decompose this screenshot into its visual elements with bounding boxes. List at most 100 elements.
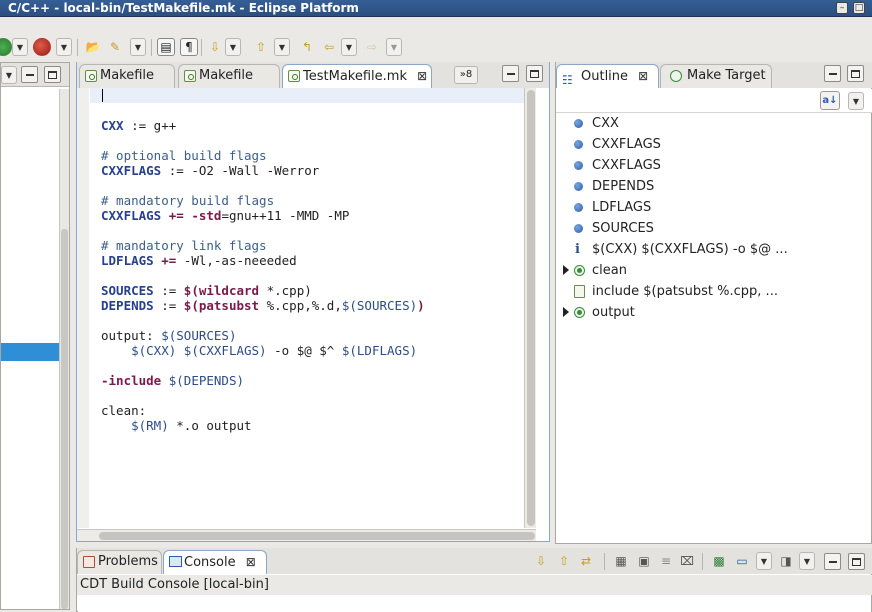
tool-dropdown[interactable]: ▼: [130, 38, 146, 56]
editor-horizontal-scrollbar[interactable]: [77, 529, 536, 541]
minimize-console-button[interactable]: [824, 553, 841, 570]
show-whitespace-icon[interactable]: ¶: [180, 38, 198, 56]
debug-dropdown[interactable]: ▼: [56, 38, 72, 56]
previous-annotation-icon[interactable]: ⇧: [252, 38, 270, 56]
expand-arrow-icon[interactable]: [563, 265, 569, 275]
view-menu-dropdown[interactable]: ▼: [1, 66, 17, 84]
code-line[interactable]: [101, 358, 425, 373]
code-line[interactable]: # mandatory link flags: [101, 238, 425, 253]
previous-match-icon[interactable]: ⇧: [555, 552, 573, 570]
bottom-tab-bar: Problems Console ⊠ ⇩ ⇧ ⇄ ▦ ▣ ≡ ⌧ ▩ ▭ ▼ ◨…: [77, 548, 872, 574]
debug-run-icon[interactable]: [33, 38, 51, 56]
code-line[interactable]: [101, 223, 425, 238]
tab-outline[interactable]: ☷ Outline ⊠: [556, 64, 659, 88]
code-line[interactable]: CXXFLAGS := -O2 -Wall -Werror: [101, 163, 425, 178]
minimize-window-icon[interactable]: –: [836, 2, 848, 14]
previous-annotation-dropdown[interactable]: ▼: [274, 38, 290, 56]
clear-console-icon[interactable]: ⌧: [678, 552, 696, 570]
code-line[interactable]: clean:: [101, 403, 425, 418]
last-edit-location-icon[interactable]: ↰: [298, 38, 316, 56]
code-token: :=: [153, 283, 184, 298]
tab-testmakefile[interactable]: TestMakefile.mk ⊠: [282, 64, 432, 88]
maximize-window-icon[interactable]: □: [853, 2, 865, 14]
selected-tree-row[interactable]: [1, 343, 59, 361]
target-icon: [574, 265, 585, 276]
code-line[interactable]: LDFLAGS += -Wl,-as-neeeded: [101, 253, 425, 268]
code-line[interactable]: # mandatory build flags: [101, 193, 425, 208]
tab-make-target[interactable]: Make Target: [660, 64, 772, 88]
code-line[interactable]: CXXFLAGS += -std=gnu++11 -MMD -MP: [101, 208, 425, 223]
console-view-menu[interactable]: ▼: [799, 552, 815, 570]
maximize-console-button[interactable]: [848, 553, 865, 570]
forward-icon[interactable]: ⇨: [363, 38, 381, 56]
code-line[interactable]: DEPENDS := $(patsubst %.cpp,%.d,$(SOURCE…: [101, 298, 425, 313]
code-line[interactable]: $(RM) *.o output: [101, 418, 425, 433]
explorer-scrollbar[interactable]: [59, 89, 69, 609]
back-icon[interactable]: ⇦: [320, 38, 338, 56]
code-editor[interactable]: CXX := g++ # optional build flags CXXFLAGS…: [101, 88, 425, 433]
code-token: +=: [168, 208, 184, 223]
expand-arrow-icon[interactable]: [563, 307, 569, 317]
tab-label: Problems: [98, 554, 158, 569]
next-annotation-icon[interactable]: ⇩: [206, 38, 224, 56]
code-line[interactable]: CXX := g++: [101, 118, 425, 133]
new-console-icon[interactable]: ◨: [777, 552, 795, 570]
run-icon[interactable]: [0, 38, 12, 56]
maximize-editor-button[interactable]: [526, 65, 543, 82]
tab-problems[interactable]: Problems: [77, 550, 162, 574]
outline-item-label: clean: [592, 263, 627, 278]
code-token: *.cpp): [259, 283, 312, 298]
next-annotation-dropdown[interactable]: ▼: [225, 38, 241, 56]
code-token: CXXFLAGS: [101, 163, 162, 178]
link-icon[interactable]: ⇄: [577, 552, 595, 570]
next-match-icon[interactable]: ⇩: [532, 552, 550, 570]
console-output[interactable]: [78, 596, 871, 612]
sort-alphabetically-icon[interactable]: a↓: [820, 91, 840, 110]
variable-icon: [574, 203, 583, 212]
outline-view-menu[interactable]: ▼: [848, 92, 864, 110]
code-line[interactable]: [101, 313, 425, 328]
code-line[interactable]: output: $(SOURCES): [101, 328, 425, 343]
code-line[interactable]: $(CXX) $(CXXFLAGS) -o $@ $^ $(LDFLAGS): [101, 343, 425, 358]
tab-makefile-2[interactable]: Makefile: [178, 64, 280, 88]
scroll-lock-icon[interactable]: ▦: [612, 552, 630, 570]
display-selected-console-icon[interactable]: ▩: [710, 552, 728, 570]
code-line[interactable]: # optional build flags: [101, 148, 425, 163]
back-dropdown[interactable]: ▼: [341, 38, 357, 56]
pen-icon[interactable]: ✎: [106, 38, 124, 56]
code-line[interactable]: [101, 388, 425, 403]
pin-console-icon[interactable]: ▣: [635, 552, 653, 570]
variable-icon: [574, 119, 583, 128]
close-tab-icon[interactable]: ⊠: [638, 69, 648, 83]
close-tab-icon[interactable]: ⊠: [246, 555, 256, 569]
code-line[interactable]: [101, 103, 425, 118]
tab-console[interactable]: Console ⊠: [163, 550, 267, 574]
code-line[interactable]: -include $(DEPENDS): [101, 373, 425, 388]
editor-vertical-scrollbar[interactable]: [524, 88, 536, 528]
forward-dropdown[interactable]: ▼: [386, 38, 402, 56]
code-line[interactable]: [101, 268, 425, 283]
minimize-editor-button[interactable]: [502, 65, 519, 82]
open-folder-icon[interactable]: 📂: [84, 38, 102, 56]
code-token: $(CXXFLAGS): [183, 343, 267, 358]
code-token: ): [417, 298, 425, 313]
tab-makefile-1[interactable]: Makefile: [79, 64, 175, 88]
code-token: -std: [191, 208, 222, 223]
run-dropdown[interactable]: ▼: [12, 38, 28, 56]
maximize-outline-button[interactable]: [847, 65, 864, 82]
window-title: C/C++ - local-bin/TestMakefile.mk - Ecli…: [8, 1, 359, 15]
maximize-view-button[interactable]: [44, 66, 61, 83]
word-wrap-icon[interactable]: ≡: [657, 552, 675, 570]
open-console-dropdown[interactable]: ▼: [756, 552, 772, 570]
tab-label: TestMakefile.mk: [303, 69, 407, 84]
block-selection-icon[interactable]: ▤: [157, 38, 175, 56]
open-console-icon[interactable]: ▭: [733, 552, 751, 570]
code-line[interactable]: [101, 133, 425, 148]
minimize-view-button[interactable]: [21, 66, 38, 83]
minimize-outline-button[interactable]: [824, 65, 841, 82]
close-tab-icon[interactable]: ⊠: [417, 69, 427, 83]
code-line[interactable]: SOURCES := $(wildcard *.cpp): [101, 283, 425, 298]
more-tabs-button[interactable]: »8: [454, 66, 478, 84]
code-line[interactable]: [101, 178, 425, 193]
code-line[interactable]: [101, 88, 425, 103]
